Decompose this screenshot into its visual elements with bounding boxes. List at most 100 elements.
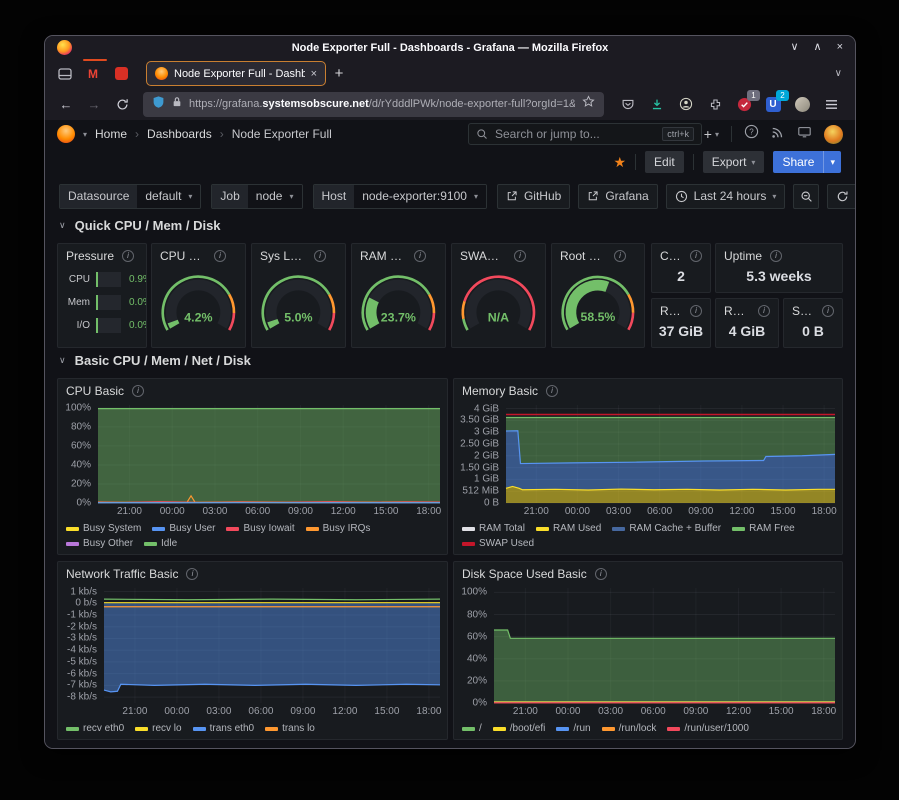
tracking-shield-icon[interactable] [152,95,165,114]
legend-item[interactable]: /run/lock [602,722,657,736]
extension-gray-icon[interactable] [792,94,812,114]
legend-item[interactable]: /run/user/1000 [667,722,749,736]
legend-item[interactable]: RAM Free [732,522,795,536]
menu-hamburger-icon[interactable] [821,94,841,114]
legend[interactable]: Busy System Busy User Busy Iowait Busy IRQs… [58,519,447,554]
search-input[interactable]: Search or jump to... ctrl+k [468,123,702,145]
legend-item[interactable]: RAM Cache + Buffer [612,522,721,536]
panel-title: RAM Used [360,249,406,263]
github-link-button[interactable]: GitHub [497,184,570,209]
legend-item[interactable]: / [462,722,482,736]
datasource-select[interactable]: default▾ [137,185,200,208]
help-icon[interactable]: ? [744,124,759,144]
job-select[interactable]: node▾ [248,185,302,208]
back-button[interactable]: ← [53,92,79,116]
forward-button[interactable]: → [81,92,107,116]
panel-uptime: Uptimei 5.3 weeks [715,243,843,293]
info-icon[interactable]: i [758,305,770,317]
info-icon[interactable]: i [614,250,626,262]
legend-item[interactable]: recv eth0 [66,722,124,736]
info-icon[interactable]: i [314,250,326,262]
zoom-out-button[interactable] [793,184,819,209]
grafana-link-button[interactable]: Grafana [578,184,657,209]
gauge: 4.2% [152,265,245,347]
legend-item[interactable]: trans lo [265,722,315,736]
minimize-icon[interactable]: ∨ [790,42,798,53]
extension-red-icon[interactable]: 1 [734,94,754,114]
export-button[interactable]: Export▾ [703,151,765,173]
memory-basic-plot[interactable] [506,405,835,503]
info-icon[interactable]: i [546,385,558,397]
host-select[interactable]: node-exporter:9100▾ [354,185,486,208]
section-quick-cpu-mem-disk[interactable]: ∨ Quick CPU / Mem / Disk [59,218,221,233]
info-icon[interactable]: i [690,305,702,317]
close-icon[interactable]: × [837,42,843,53]
legend-item[interactable]: /run [556,722,590,736]
tv-monitor-icon[interactable] [797,125,812,144]
info-icon[interactable]: i [514,250,526,262]
legend-item[interactable]: Busy Iowait [226,522,294,536]
legend-item[interactable]: Busy System [66,522,141,536]
info-icon[interactable]: i [414,250,426,262]
org-chevron-icon[interactable]: ▾ [83,130,87,139]
news-rss-icon[interactable] [771,125,785,144]
legend-item[interactable]: recv lo [135,722,181,736]
info-icon[interactable]: i [822,305,834,317]
extension-blue-icon[interactable]: U 2 [763,94,783,114]
extensions-puzzle-icon[interactable] [705,94,725,114]
legend-item[interactable]: Busy IRQs [306,522,371,536]
legend-item[interactable]: Busy User [152,522,215,536]
search-placeholder: Search or jump to... [495,127,655,141]
legend-item[interactable]: RAM Used [536,522,601,536]
info-icon[interactable]: i [214,250,226,262]
legend[interactable]: / /boot/efi/run/run/lock/run/user/1000 [454,719,842,739]
active-tab[interactable]: Node Exporter Full - Dashbo × [146,61,326,86]
time-range-picker[interactable]: Last 24 hours▾ [666,184,786,209]
grafana-logo[interactable] [57,125,75,143]
legend-item[interactable]: RAM Total [462,522,525,536]
bookmark-star-icon[interactable] [582,95,595,113]
add-button[interactable]: +▾ [704,126,719,142]
info-icon[interactable]: i [122,250,134,262]
firefox-view-icon[interactable] [52,62,78,86]
maximize-icon[interactable]: ∧ [814,42,822,53]
legend-item[interactable]: /boot/efi [493,722,546,736]
refresh-button[interactable]: Refresh 1m▾ [827,184,856,209]
disk-space-plot[interactable] [494,588,835,703]
downloads-icon[interactable] [647,94,667,114]
info-icon[interactable]: i [690,250,702,262]
panel-root-fs-used: Root FS Usedi 58.5% [551,243,645,348]
cpu-basic-plot[interactable] [98,405,440,503]
info-icon[interactable]: i [132,385,144,397]
share-button[interactable]: Share ▾ [773,151,841,173]
reload-button[interactable] [109,92,135,116]
legend-item[interactable]: SWAP Used [462,537,534,551]
pocket-icon[interactable] [618,94,638,114]
network-traffic-plot[interactable] [104,588,440,703]
section-basic-cpu-mem-net-disk[interactable]: ∨ Basic CPU / Mem / Net / Disk [59,353,251,368]
legend-item[interactable]: trans eth0 [193,722,254,736]
pinned-tab-red[interactable] [108,62,135,86]
tab-close-icon[interactable]: × [311,68,317,80]
url-bar[interactable]: https://grafana.systemsobscure.net/d/rYd… [143,92,604,117]
host-variable: Host node-exporter:9100▾ [313,184,487,209]
pinned-tab-gmail[interactable]: M [79,62,106,86]
favorite-star-icon[interactable]: ★ [613,154,626,171]
tab-list-chevron-icon[interactable]: ∨ [835,68,848,79]
share-dropdown-icon[interactable]: ▾ [823,151,841,173]
account-icon[interactable] [676,94,696,114]
legend[interactable]: recv eth0 recv lo trans eth0 trans lo [58,719,447,739]
legend[interactable]: RAM Total RAM Used RAM Cache + Buffer RAM F… [454,519,842,554]
user-avatar[interactable] [824,125,843,144]
breadcrumb-home[interactable]: Home [95,127,127,141]
legend-item[interactable]: Idle [144,537,177,551]
new-tab-button[interactable]: + [326,62,352,86]
lock-icon[interactable] [172,95,182,113]
info-icon[interactable]: i [595,568,607,580]
breadcrumb-dashboards[interactable]: Dashboards [147,127,212,141]
chevron-down-icon: ▾ [289,192,293,201]
legend-item[interactable]: Busy Other [66,537,133,551]
info-icon[interactable]: i [186,568,198,580]
edit-button[interactable]: Edit [645,151,684,173]
info-icon[interactable]: i [770,250,782,262]
